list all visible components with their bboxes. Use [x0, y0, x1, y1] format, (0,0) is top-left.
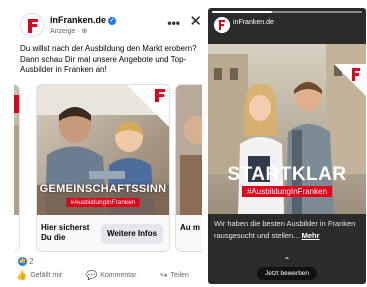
- instagram-story[interactable]: inFranken.de STARTKLAR #AusbildungInFran…: [208, 8, 366, 284]
- ad-body-text: Du willst nach der Ausbildung den Markt …: [20, 44, 197, 74]
- close-icon[interactable]: ✕: [189, 14, 202, 29]
- story-progress-fill: [212, 11, 272, 13]
- story-image: STARTKLAR #AusbildungInFranken: [208, 44, 366, 214]
- ad-carousel[interactable]: GEMEINSCHAFTSSINN #AusbildungInFranken H…: [14, 84, 202, 254]
- story-title: STARTKLAR: [227, 164, 347, 185]
- verified-badge-icon: ✓: [108, 16, 117, 25]
- more-horizontal-icon[interactable]: •••: [167, 16, 180, 30]
- page-name-text[interactable]: inFranken.de: [50, 15, 106, 25]
- story-progress-bar: [212, 11, 362, 13]
- story-hashtag: #AusbildungInFranken: [241, 186, 333, 197]
- card-headline: Hier sicherst Du die: [41, 223, 90, 242]
- carousel-card-next[interactable]: Au m: [175, 84, 202, 252]
- card-slogan: GEMEINSCHAFTSSINN: [39, 183, 167, 195]
- page-name[interactable]: inFranken.de ✓: [50, 15, 117, 25]
- like-button[interactable]: 👍 Gefällt mir: [16, 270, 62, 281]
- story-caption-text: Wir haben die besten Ausbilder in Franke…: [214, 219, 356, 240]
- chevron-up-icon[interactable]: ⌃: [208, 256, 366, 265]
- carousel-card-image[interactable]: GEMEINSCHAFTSSINN #AusbildungInFranken: [37, 85, 169, 215]
- comment-button[interactable]: 💬 Kommentar: [86, 270, 136, 281]
- sponsored-label: Anzeige · ⊕: [50, 28, 88, 35]
- reaction-summary[interactable]: 👍 2: [18, 257, 34, 267]
- thumbs-up-icon: 👍: [18, 257, 27, 267]
- card-hashtag: #AusbildungInFranken: [66, 198, 140, 207]
- facebook-ad-card: inFranken.de ✓ Anzeige · ⊕ ••• ✕ Du wills…: [14, 8, 202, 282]
- like-label: Gefällt mir: [30, 272, 63, 279]
- carousel-card-previous[interactable]: [14, 84, 20, 252]
- story-account-name[interactable]: inFranken.de: [233, 19, 274, 26]
- ad-header: inFranken.de ✓ Anzeige · ⊕ ••• ✕: [20, 12, 202, 40]
- more-link[interactable]: Mehr: [302, 231, 320, 240]
- thumbs-up-icon: 👍: [16, 270, 28, 280]
- share-icon: ↪: [160, 270, 168, 280]
- story-avatar[interactable]: [214, 17, 230, 33]
- carousel-card-main[interactable]: GEMEINSCHAFTSSINN #AusbildungInFranken H…: [36, 84, 170, 252]
- comment-label: Kommentar: [100, 272, 137, 279]
- action-bar: 👍 Gefällt mir 💬 Kommentar ↪ Teilen: [14, 270, 202, 284]
- next-card-headline: Au m: [180, 223, 200, 232]
- reaction-count: 2: [29, 257, 34, 266]
- page-logo[interactable]: [20, 13, 44, 37]
- share-button[interactable]: ↪ Teilen: [160, 270, 189, 281]
- share-label: Teilen: [170, 272, 189, 279]
- comment-icon: 💬: [86, 270, 98, 280]
- card-footer: Hier sicherst Du die Weitere Infos: [37, 215, 169, 251]
- more-info-button[interactable]: Weitere Infos: [101, 224, 163, 244]
- story-caption: Wir haben die besten Ausbilder in Franke…: [214, 218, 362, 242]
- apply-now-button[interactable]: Jetzt bewerben: [256, 267, 318, 280]
